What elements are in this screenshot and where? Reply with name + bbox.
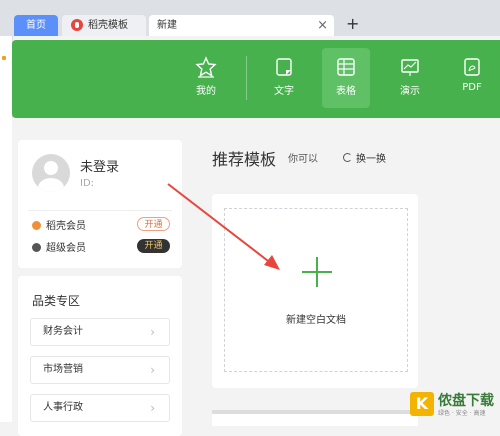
watermark-name: 侬盘下载 <box>438 393 494 409</box>
watermark-sub: 绿色 · 安全 · 高速 <box>438 410 486 417</box>
annotation-arrow-icon <box>167 183 280 270</box>
watermark-k-icon: K <box>410 392 434 416</box>
watermark-logo: K 侬盘下载 绿色 · 安全 · 高速 <box>410 390 500 420</box>
